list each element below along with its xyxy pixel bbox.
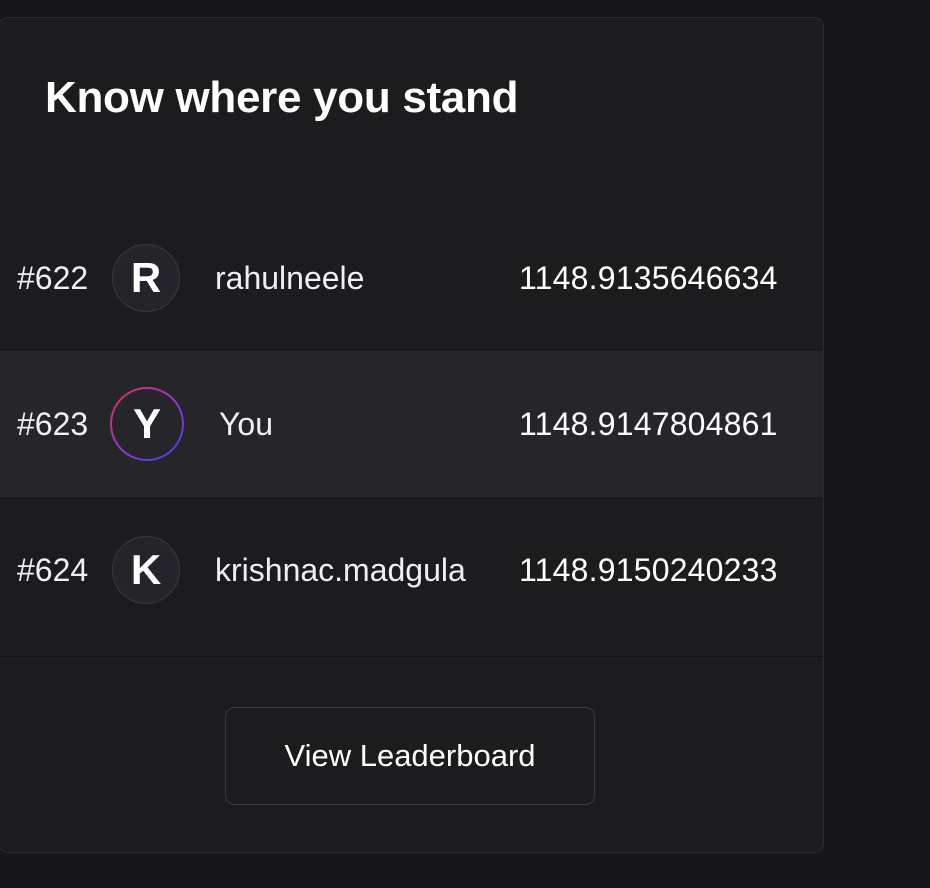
rank-label: #623 — [17, 405, 89, 442]
avatar-inner: Y — [112, 389, 182, 459]
view-leaderboard-button[interactable]: View Leaderboard — [225, 707, 595, 805]
rank-label: #624 — [17, 551, 89, 588]
avatar: K — [112, 536, 180, 604]
score-value: 1148.9147804861 — [519, 405, 778, 442]
rank-label: #622 — [17, 259, 89, 296]
leaderboard-card: Know where you stand #622 R rahulneele 1… — [0, 17, 824, 853]
score-value: 1148.9135646634 — [519, 259, 778, 296]
leaderboard-row: #622 R rahulneele 1148.9135646634 — [0, 205, 823, 351]
avatar-initial: K — [130, 546, 162, 593]
avatar-current-user: Y — [110, 387, 184, 461]
leaderboard-rows: #622 R rahulneele 1148.9135646634 #623 Y… — [0, 205, 823, 643]
username: You — [219, 405, 273, 442]
avatar-initial: Y — [132, 400, 161, 447]
score-value: 1148.9150240233 — [519, 551, 778, 588]
avatar: R — [112, 244, 180, 312]
divider — [0, 656, 823, 657]
card-title: Know where you stand — [45, 73, 519, 122]
username: krishnac.madgula — [215, 551, 466, 588]
leaderboard-row: #624 K krishnac.madgula 1148.9150240233 — [0, 497, 823, 643]
leaderboard-row-current-user: #623 Y You 1148.9147804861 — [0, 351, 823, 497]
username: rahulneele — [215, 259, 365, 296]
avatar-initial: R — [130, 254, 162, 301]
